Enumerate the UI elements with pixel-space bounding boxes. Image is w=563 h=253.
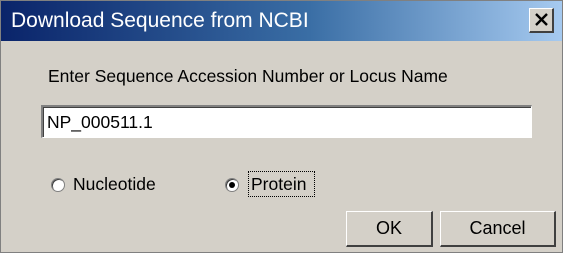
nucleotide-radio[interactable]: [51, 178, 65, 192]
title-bar[interactable]: Download Sequence from NCBI: [1, 1, 562, 41]
accession-input[interactable]: [47, 110, 522, 134]
protein-radio-label[interactable]: Protein: [251, 173, 306, 195]
protein-radio[interactable]: [225, 178, 239, 192]
accession-field[interactable]: [41, 105, 532, 138]
accession-prompt-label: Enter Sequence Accession Number or Locus…: [48, 66, 448, 86]
window-title: Download Sequence from NCBI: [11, 9, 309, 32]
protein-radio-selected-dot: [229, 182, 235, 188]
ok-button[interactable]: OK: [346, 211, 433, 247]
close-icon: [535, 13, 548, 26]
nucleotide-radio-label[interactable]: Nucleotide: [73, 173, 156, 195]
ncbi-download-dialog: Download Sequence from NCBI Enter Sequen…: [0, 0, 563, 253]
cancel-button[interactable]: Cancel: [440, 211, 556, 247]
close-button[interactable]: [529, 8, 554, 33]
